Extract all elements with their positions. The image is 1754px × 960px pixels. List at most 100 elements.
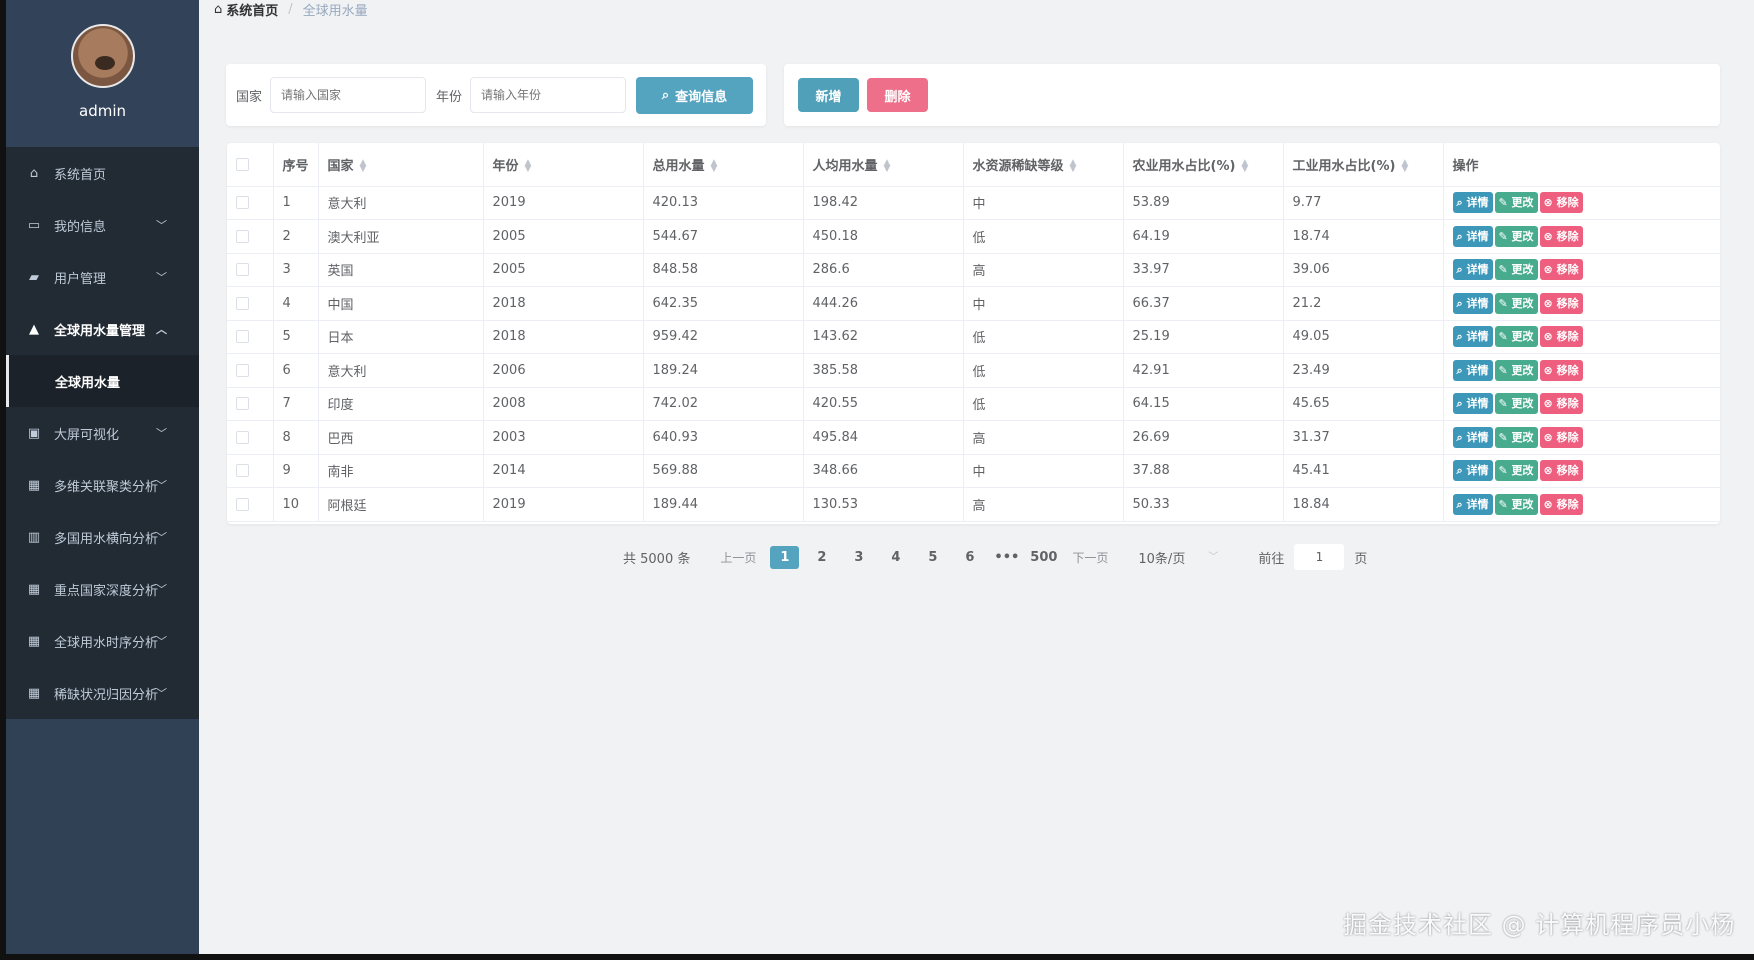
column-header[interactable]: 农业用水占比(%) ▲ ▼ (1123, 143, 1284, 187)
detail-button[interactable]: ⌕ 详情 (1452, 225, 1493, 247)
sidebar-item[interactable]: ▦ 重点国家深度分析 ﹀ (6, 563, 199, 615)
sidebar-item[interactable]: ▰ 用户管理 ﹀ (6, 251, 199, 303)
page-ellipsis[interactable]: ••• (992, 546, 1021, 569)
edit-button[interactable]: ✎ 更改 (1494, 359, 1538, 381)
sort-icon[interactable]: ▲ ▼ (884, 159, 891, 174)
detail-button[interactable]: ⌕ 详情 (1452, 326, 1493, 348)
prev-page-button[interactable]: 上一页 (720, 549, 756, 566)
page-number[interactable]: 6 (955, 546, 984, 569)
row-checkbox[interactable] (236, 464, 249, 478)
detail-button[interactable]: ⌕ 详情 (1452, 460, 1493, 482)
page-number[interactable]: 2 (807, 546, 836, 569)
column-header[interactable]: 水资源稀缺等级 ▲ ▼ (963, 143, 1124, 187)
detail-button[interactable]: ⌕ 详情 (1452, 292, 1493, 314)
goto-page-input[interactable] (1294, 544, 1345, 570)
remove-button[interactable]: ⊗ 移除 (1539, 259, 1583, 281)
edit-button[interactable]: ✎ 更改 (1494, 426, 1538, 448)
column-header[interactable]: 序号 (273, 143, 319, 187)
remove-button[interactable]: ⊗ 移除 (1539, 326, 1583, 348)
remove-button[interactable]: ⊗ 移除 (1539, 460, 1583, 482)
detail-button[interactable]: ⌕ 详情 (1452, 426, 1493, 448)
remove-button[interactable]: ⊗ 移除 (1539, 292, 1583, 314)
sidebar-subitem-active[interactable]: 全球用水量 (6, 355, 199, 407)
edit-button[interactable]: ✎ 更改 (1494, 192, 1538, 214)
detail-button[interactable]: ⌕ 详情 (1452, 259, 1493, 281)
row-checkbox[interactable] (236, 196, 249, 210)
row-checkbox[interactable] (236, 497, 249, 511)
table-row: 9 南非 2014 569.88 348.66 中 37.88 45.41 ⌕ 详情 ✎ 更改 ⊗ … (227, 454, 1720, 488)
remove-button[interactable]: ⊗ 移除 (1539, 493, 1583, 515)
table-cell: 64.15 (1123, 387, 1284, 421)
row-select-cell (227, 487, 274, 522)
country-input[interactable] (270, 77, 427, 113)
column-header[interactable]: 国家 ▲ ▼ (318, 143, 484, 187)
column-header[interactable]: 人均用水量 ▲ ▼ (803, 143, 964, 187)
remove-button[interactable]: ⊗ 移除 (1539, 225, 1583, 247)
avatar[interactable] (70, 24, 135, 88)
page-number[interactable]: 500 (1029, 546, 1058, 569)
select-all-checkbox[interactable] (236, 157, 249, 171)
column-header[interactable]: 操作 (1443, 143, 1720, 187)
row-checkbox[interactable] (236, 363, 249, 377)
edit-button[interactable]: ✎ 更改 (1494, 225, 1538, 247)
sort-icon[interactable]: ▲ ▼ (1401, 159, 1408, 174)
detail-button[interactable]: ⌕ 详情 (1452, 493, 1493, 515)
sidebar-item[interactable]: ▥ 多国用水横向分析 ﹀ (6, 511, 199, 563)
row-checkbox[interactable] (236, 430, 249, 444)
sort-icon[interactable]: ▲ ▼ (1241, 159, 1248, 174)
edit-button[interactable]: ✎ 更改 (1494, 460, 1538, 482)
sort-icon[interactable]: ▲ ▼ (711, 159, 718, 174)
page-number[interactable]: 4 (881, 546, 910, 569)
add-button[interactable]: 新增 (798, 78, 859, 112)
detail-button[interactable]: ⌕ 详情 (1452, 359, 1493, 381)
edit-button[interactable]: ✎ 更改 (1494, 259, 1538, 281)
edit-button[interactable]: ✎ 更改 (1494, 393, 1538, 415)
page-size-select[interactable]: 10条/页 ﹀ (1138, 548, 1218, 567)
table-cell: 7 (273, 387, 319, 421)
edit-button[interactable]: ✎ 更改 (1494, 292, 1538, 314)
chevron-down-icon: ﹀ (156, 687, 167, 700)
remove-button[interactable]: ⊗ 移除 (1539, 192, 1583, 214)
row-checkbox[interactable] (236, 330, 249, 344)
table-cell: 2018 (483, 286, 644, 321)
detail-button[interactable]: ⌕ 详情 (1452, 192, 1493, 214)
row-select-cell (227, 454, 274, 488)
close-circle-icon: ⊗ (1543, 296, 1557, 310)
page-number[interactable]: 5 (918, 546, 947, 569)
next-page-button[interactable]: 下一页 (1072, 549, 1108, 566)
sort-icon[interactable]: ▲ ▼ (360, 159, 367, 174)
sidebar-item[interactable]: ▦ 多维关联聚类分析 ﹀ (6, 459, 199, 511)
sidebar-item[interactable]: ⌂ 系统首页 (6, 147, 199, 199)
page-number[interactable]: 3 (844, 546, 873, 569)
sidebar-item[interactable]: ▦ 稀缺状况归因分析 ﹀ (6, 667, 199, 719)
remove-button[interactable]: ⊗ 移除 (1539, 393, 1583, 415)
profile-section: admin (6, 0, 199, 147)
row-checkbox[interactable] (236, 296, 249, 310)
delete-button[interactable]: 删除 (867, 78, 928, 112)
row-checkbox[interactable] (236, 229, 249, 243)
sidebar-item[interactable]: ▦ 全球用水时序分析 ﹀ (6, 615, 199, 667)
remove-button[interactable]: ⊗ 移除 (1539, 426, 1583, 448)
pencil-icon: ✎ (1498, 464, 1512, 478)
search-icon: ⌕ (1456, 263, 1467, 277)
sidebar-item[interactable]: ▲ 全球用水量管理 ︿ (6, 303, 199, 355)
page-number[interactable]: 1 (770, 545, 800, 569)
column-header[interactable]: 年份 ▲ ▼ (483, 143, 644, 187)
search-button[interactable]: ⌕ 查询信息 (636, 76, 754, 114)
detail-button[interactable]: ⌕ 详情 (1452, 393, 1493, 415)
breadcrumb: ⌂ 系统首页 / 全球用水量 (214, 0, 368, 19)
year-input[interactable] (470, 77, 627, 113)
column-header[interactable]: 工业用水占比(%) ▲ ▼ (1283, 143, 1444, 187)
edit-button[interactable]: ✎ 更改 (1494, 493, 1538, 515)
sort-icon[interactable]: ▲ ▼ (525, 159, 532, 174)
sidebar-item[interactable]: ▭ 我的信息 ﹀ (6, 199, 199, 251)
breadcrumb-home[interactable]: 系统首页 (226, 0, 278, 19)
close-circle-icon: ⊗ (1543, 229, 1557, 243)
column-header[interactable]: 总用水量 ▲ ▼ (643, 143, 804, 187)
remove-button[interactable]: ⊗ 移除 (1539, 359, 1583, 381)
row-checkbox[interactable] (236, 397, 249, 411)
sidebar-item[interactable]: ▣ 大屏可视化 ﹀ (6, 407, 199, 459)
sort-icon[interactable]: ▲ ▼ (1070, 159, 1077, 174)
row-checkbox[interactable] (236, 263, 249, 277)
edit-button[interactable]: ✎ 更改 (1494, 326, 1538, 348)
